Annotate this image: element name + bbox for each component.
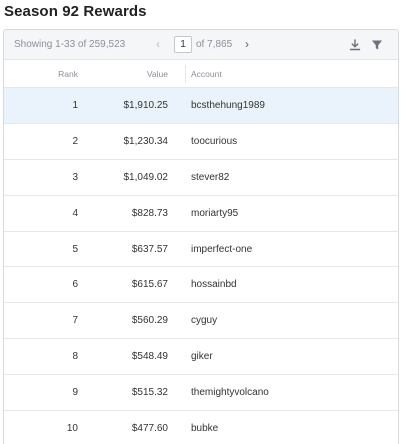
account-cell: bubke [191,423,219,435]
table-toolbar: Showing 1-33 of 259,523 ‹ of 7,865 › [4,30,398,60]
table-row[interactable]: 4 $828.73 moriarty95 [4,196,398,232]
value-cell: $828.73 [131,207,168,219]
table-row[interactable]: 7 $560.29 cyguy [4,303,398,340]
download-icon[interactable] [348,38,362,52]
page-number-input[interactable] [174,36,192,53]
value-cell: $637.57 [131,243,168,255]
table-header: Rank Value Account [4,60,398,88]
showing-count: Showing 1-33 of 259,523 [14,39,126,50]
table-row[interactable]: 5 $637.57 imperfect-one [4,232,398,268]
column-divider [185,65,186,83]
account-cell: hossainbd [191,279,237,291]
table-row[interactable]: 8 $548.49 giker [4,339,398,376]
account-cell: stever82 [191,171,230,183]
rank-cell: 1 [72,100,78,111]
table-row[interactable]: 10 $477.60 bubke [4,411,398,444]
filter-icon[interactable] [370,38,384,52]
rank-cell: 3 [72,171,78,183]
value-cell: $1,910.25 [123,100,169,111]
rank-cell: 2 [72,135,78,147]
table-body: 1 $1,910.25 bcsthehung1989 2 $1,230.34 t… [4,88,398,444]
column-header-account[interactable]: Account [191,69,222,79]
table-row[interactable]: 9 $515.32 themightyvolcano [4,375,398,412]
value-cell: $477.60 [131,423,168,435]
rank-cell: 5 [72,243,78,255]
value-cell: $548.49 [131,351,168,363]
value-cell: $515.32 [131,387,168,399]
rank-cell: 4 [72,207,78,219]
value-cell: $1,049.02 [123,171,169,183]
account-cell: toocurious [191,135,238,147]
column-header-value[interactable]: Value [147,69,168,79]
rank-cell: 9 [72,387,78,399]
account-cell: imperfect-one [191,243,253,255]
value-cell: $1,230.34 [123,135,169,147]
rank-cell: 8 [72,351,78,363]
table-row[interactable]: 2 $1,230.34 toocurious [4,124,398,160]
table-row[interactable]: 3 $1,049.02 stever82 [4,160,398,196]
account-cell: cyguy [191,315,218,327]
account-cell: bcsthehung1989 [191,100,265,111]
chevron-right-icon[interactable]: › [245,37,249,51]
table-row[interactable]: 1 $1,910.25 bcsthehung1989 [4,88,398,124]
value-cell: $615.67 [131,279,168,291]
account-cell: moriarty95 [191,207,239,219]
rewards-table-panel: Showing 1-33 of 259,523 ‹ of 7,865 › Ran… [3,29,399,444]
rank-cell: 10 [66,423,78,435]
column-header-rank[interactable]: Rank [58,69,78,79]
rank-cell: 7 [72,315,78,327]
page-title: Season 92 Rewards [4,3,147,20]
account-cell: themightyvolcano [191,387,269,399]
value-cell: $560.29 [131,315,168,327]
chevron-left-icon[interactable]: ‹ [156,37,160,51]
table-row[interactable]: 6 $615.67 hossainbd [4,267,398,304]
rank-cell: 6 [72,279,78,291]
account-cell: giker [191,351,213,363]
total-pages: of 7,865 [196,39,233,50]
